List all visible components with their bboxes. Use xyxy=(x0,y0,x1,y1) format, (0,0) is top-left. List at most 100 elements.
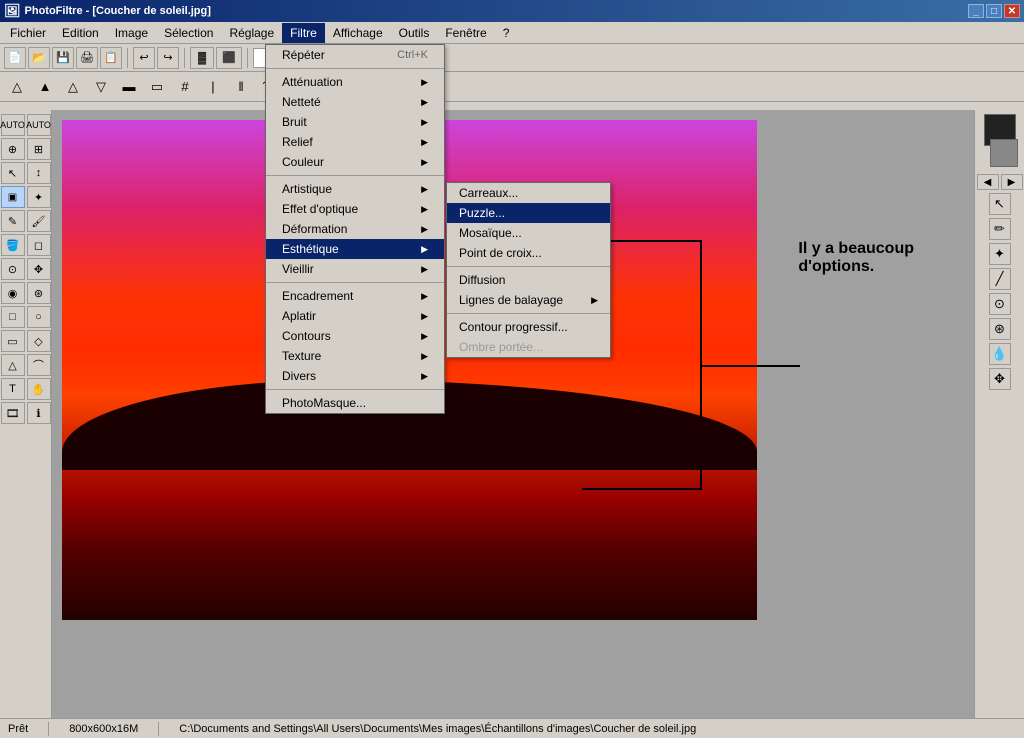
eraser-tool[interactable]: ◻ xyxy=(27,234,51,256)
tool-row-7: ⊙ ✥ xyxy=(1,258,51,280)
sharpen-tool[interactable]: ⊛ xyxy=(27,282,51,304)
menu-outils[interactable]: Outils xyxy=(391,23,438,43)
print-button[interactable]: 🖨 xyxy=(76,47,98,69)
blur-tool[interactable]: ◉ xyxy=(1,282,25,304)
menu-relief[interactable]: Relief xyxy=(266,132,444,152)
menu-encadrement[interactable]: Encadrement xyxy=(266,286,444,306)
menu-artistique[interactable]: Artistique xyxy=(266,179,444,199)
submenu-lignes-balayage[interactable]: Lignes de balayage ▶ xyxy=(447,290,610,310)
pencil-right-tool[interactable]: ✏ xyxy=(989,218,1011,240)
tool-row-13: 🎞 ℹ xyxy=(1,402,51,424)
menu-repeter[interactable]: Répéter Ctrl+K xyxy=(266,45,444,65)
nav-left-button[interactable]: ◀ xyxy=(977,174,999,190)
contours-label: Contours xyxy=(282,329,331,343)
pipe2-button[interactable]: ‖ xyxy=(228,75,254,99)
menu-image[interactable]: Image xyxy=(107,23,156,43)
stamp-tool[interactable]: ✥ xyxy=(989,368,1011,390)
triangle4-button[interactable]: ▽ xyxy=(88,75,114,99)
lasso-tool[interactable]: ↖ xyxy=(1,162,25,184)
bracket-line xyxy=(700,365,800,367)
grid-button[interactable]: # xyxy=(172,75,198,99)
auto-tool-1[interactable]: AUTO xyxy=(1,114,25,136)
cut-button[interactable]: ▓ xyxy=(190,47,214,69)
menu-bruit[interactable]: Bruit xyxy=(266,112,444,132)
submenu-ombre-portee[interactable]: Ombre portée... xyxy=(447,337,610,357)
cursor-tool[interactable]: ↖ xyxy=(989,193,1011,215)
menu-attenuation[interactable]: Atténuation xyxy=(266,72,444,92)
redo-button[interactable]: ↪ xyxy=(157,47,179,69)
clone-right-tool[interactable]: ⊙ xyxy=(989,293,1011,315)
triangle-tool[interactable]: △ xyxy=(1,354,25,376)
menu-nettete[interactable]: Netteté xyxy=(266,92,444,112)
diamond-tool[interactable]: ◇ xyxy=(27,330,51,352)
menu-edition[interactable]: Edition xyxy=(54,23,107,43)
submenu-puzzle[interactable]: Puzzle... xyxy=(447,203,610,223)
triangle1-button[interactable]: △ xyxy=(4,75,30,99)
text-tool[interactable]: T xyxy=(1,378,25,400)
paste-button[interactable]: ⬛ xyxy=(216,47,242,69)
nav-right-button[interactable]: ▶ xyxy=(1001,174,1023,190)
undo-button[interactable]: ↩ xyxy=(133,47,155,69)
submenu-diffusion[interactable]: Diffusion xyxy=(447,270,610,290)
triangle2-button[interactable]: ▲ xyxy=(32,75,58,99)
minimize-button[interactable]: _ xyxy=(968,4,984,18)
ellipse-tool[interactable]: ○ xyxy=(27,306,51,328)
maximize-button[interactable]: □ xyxy=(986,4,1002,18)
brush-right-tool[interactable]: ╱ xyxy=(989,268,1011,290)
rect2-button[interactable]: ▭ xyxy=(144,75,170,99)
background-color[interactable] xyxy=(990,139,1018,167)
brush-tool[interactable]: 🖌 xyxy=(27,210,51,232)
menu-aplatir[interactable]: Aplatir xyxy=(266,306,444,326)
menu-couleur[interactable]: Couleur xyxy=(266,152,444,172)
menu-reglage[interactable]: Réglage xyxy=(221,23,282,43)
submenu-contour-progressif[interactable]: Contour progressif... xyxy=(447,317,610,337)
submenu-mosaique[interactable]: Mosaïque... xyxy=(447,223,610,243)
auto-tool-2[interactable]: AUTO xyxy=(27,114,51,136)
aplatir-label: Aplatir xyxy=(282,309,316,323)
marquee-tool[interactable]: ⊕ xyxy=(1,138,25,160)
select-tool[interactable]: ▣ xyxy=(1,186,25,208)
rect-select-tool[interactable]: □ xyxy=(1,306,25,328)
close-button[interactable]: ✕ xyxy=(1004,4,1020,18)
open-button[interactable]: 📂 xyxy=(28,47,50,69)
menu-affichage[interactable]: Affichage xyxy=(325,23,391,43)
menu-effet-optique[interactable]: Effet d'optique xyxy=(266,199,444,219)
menu-fenetre[interactable]: Fenêtre xyxy=(437,23,494,43)
freeform-tool[interactable]: ⌒ xyxy=(27,354,51,376)
menu-filtre[interactable]: Filtre xyxy=(282,23,325,43)
drop-tool[interactable]: 💧 xyxy=(989,343,1011,365)
wand-right-tool[interactable]: ✦ xyxy=(989,243,1011,265)
triangle3-button[interactable]: △ xyxy=(60,75,86,99)
menu-photomasque[interactable]: PhotoMasque... xyxy=(266,393,444,413)
app-icon: 🖼 xyxy=(4,3,21,19)
pencil-tool[interactable]: ✎ xyxy=(1,210,25,232)
copy-button[interactable]: 📋 xyxy=(100,47,122,69)
submenu-sep-2 xyxy=(447,313,610,314)
menu-vieillir[interactable]: Vieillir xyxy=(266,259,444,279)
fill-tool[interactable]: 🪣 xyxy=(1,234,25,256)
rect1-button[interactable]: ▬ xyxy=(116,75,142,99)
hand-tool[interactable]: ✋ xyxy=(27,378,51,400)
move-tool[interactable]: ⊞ xyxy=(27,138,51,160)
submenu-point-croix[interactable]: Point de croix... xyxy=(447,243,610,263)
pipe1-button[interactable]: | xyxy=(200,75,226,99)
submenu-carreaux[interactable]: Carreaux... xyxy=(447,183,610,203)
menu-fichier[interactable]: Fichier xyxy=(2,23,54,43)
clone-tool[interactable]: ⊙ xyxy=(1,258,25,280)
heal-tool[interactable]: ✥ xyxy=(27,258,51,280)
menu-esthetique[interactable]: Esthétique xyxy=(266,239,444,259)
menu-deformation[interactable]: Déformation xyxy=(266,219,444,239)
info-tool[interactable]: ℹ xyxy=(27,402,51,424)
new-button[interactable]: 📄 xyxy=(4,47,26,69)
menu-texture[interactable]: Texture xyxy=(266,346,444,366)
smudge-tool[interactable]: ⊛ xyxy=(989,318,1011,340)
wand-tool[interactable]: ✦ xyxy=(27,186,51,208)
menu-contours[interactable]: Contours xyxy=(266,326,444,346)
save-button[interactable]: 💾 xyxy=(52,47,74,69)
menu-divers[interactable]: Divers xyxy=(266,366,444,386)
menu-help[interactable]: ? xyxy=(495,23,518,43)
crop-tool[interactable]: ↕ xyxy=(27,162,51,184)
rounded-rect-tool[interactable]: ▭ xyxy=(1,330,25,352)
menu-selection[interactable]: Sélection xyxy=(156,23,221,43)
film-tool[interactable]: 🎞 xyxy=(1,402,25,424)
